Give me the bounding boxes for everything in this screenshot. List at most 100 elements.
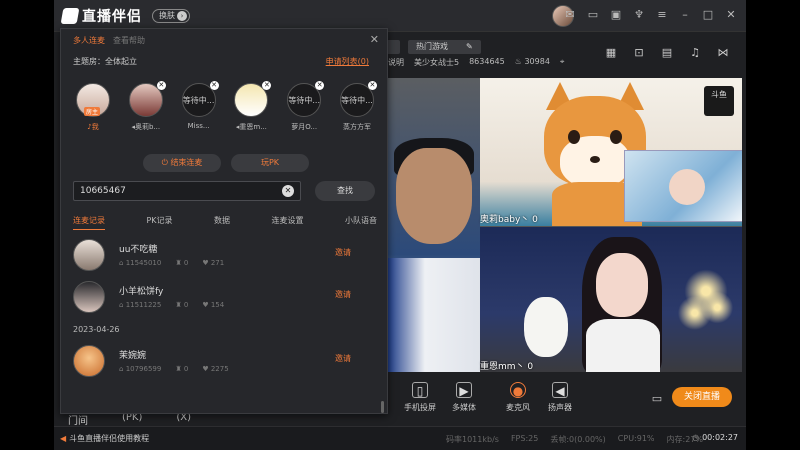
invite-button[interactable]: 邀请 <box>335 289 351 300</box>
seat-host[interactable]: 房主 ♪我 <box>73 83 113 132</box>
remove-icon[interactable]: ✕ <box>315 81 325 90</box>
search-input[interactable] <box>74 182 274 200</box>
record-icon[interactable]: ▭ <box>650 392 664 406</box>
shiba-nose <box>590 156 600 163</box>
speaker-button[interactable]: ◀ 扬声器 <box>538 382 582 413</box>
girl-face <box>596 253 648 317</box>
game-tag[interactable]: 热门游戏 ✎ <box>408 40 481 54</box>
seat-waiting[interactable]: 等待中... ✕ 蒸方方军 <box>337 81 377 132</box>
record-hearts: ♥ 154 <box>202 301 225 309</box>
remove-icon[interactable]: ✕ <box>367 81 377 90</box>
cam-feed-left <box>388 78 480 372</box>
left-tab[interactable]: (X) <box>176 412 191 427</box>
girl-body <box>586 319 660 372</box>
seat-name: 萝月O... <box>291 123 318 131</box>
search-button[interactable]: 查找 <box>315 181 375 201</box>
pk-button[interactable]: 玩PK <box>231 154 309 172</box>
location-icon[interactable]: ⌖ <box>560 57 565 68</box>
mail-icon[interactable]: ✉ <box>563 8 577 22</box>
save-icon[interactable]: ▣ <box>609 8 623 22</box>
home-icon: ⌂ <box>119 259 124 267</box>
status-bar: ◀ 斗鱼直播伴侣使用教程 码率1011kb/s FPS:25 丢帧:0(0.00%… <box>54 426 746 450</box>
tutorial-link[interactable]: ◀ 斗鱼直播伴侣使用教程 <box>60 433 149 444</box>
record-stats: ⌂ 10796599 ♜ 0 ♥ 2275 <box>119 365 229 373</box>
app-window: 直播伴侣 换肤 › ✉ ▭ ▣ ♆ ≡ – □ ✕ 热门游戏 ✎ 说明 美少女战士… <box>54 0 746 450</box>
clear-icon[interactable]: ✕ <box>282 185 294 197</box>
video-preview[interactable]: 斗鱼 奥莉baby丶 0 重恩mm丶 0 <box>388 78 742 372</box>
meta-room-id: 8634645 <box>469 57 505 66</box>
cam-feed-bottom: 重恩mm丶 0 <box>480 226 742 372</box>
remove-icon[interactable]: ✕ <box>262 81 272 90</box>
tab-mic-settings[interactable]: 连麦设置 <box>271 215 303 230</box>
scrollbar[interactable] <box>381 401 384 413</box>
record-name: 小羊松饼fy <box>119 287 164 297</box>
dropped-frames: 丢帧:0(0.00%) <box>550 435 606 444</box>
left-lower-tabs: 门间 (PK) (X) <box>68 412 191 427</box>
minimize-icon[interactable]: – <box>678 8 692 22</box>
shirt-icon[interactable]: ♆ <box>632 8 646 22</box>
layout-icon[interactable]: ▤ <box>660 46 674 60</box>
avatar <box>73 239 105 271</box>
cam-feed-anime <box>624 150 742 222</box>
invite-button[interactable]: 邀请 <box>335 247 351 258</box>
close-icon[interactable]: ✕ <box>724 8 738 22</box>
menu-icon[interactable]: ≡ <box>655 8 669 22</box>
record-stats: ⌂ 11545010 ♜ 0 ♥ 271 <box>119 259 224 267</box>
remove-icon[interactable]: ✕ <box>209 81 219 90</box>
invite-button[interactable]: 邀请 <box>335 353 351 364</box>
close-icon[interactable]: ✕ <box>370 33 379 46</box>
tab-team-voice[interactable]: 小队语音 <box>345 215 377 230</box>
window-controls: ✉ ▭ ▣ ♆ ≡ – □ ✕ <box>563 8 738 22</box>
tab-data[interactable]: 数据 <box>214 215 230 230</box>
seat-waiting[interactable]: 等待中... ✕ 萝月O... <box>284 81 325 132</box>
stream-stats: 码率1011kb/s FPS:25 丢帧:0(0.00%) CPU:91% 内存… <box>446 434 703 445</box>
host-room-line: 主题房：全体起立 <box>73 57 137 66</box>
remove-icon[interactable]: ✕ <box>156 81 166 90</box>
list-item: 茉婉婉 ⌂ 10796599 ♜ 0 ♥ 2275 邀请 <box>73 345 369 381</box>
theme-button[interactable]: 换肤 › <box>152 9 190 23</box>
message-icon[interactable]: ▭ <box>586 8 600 22</box>
anime-face <box>669 169 705 205</box>
seat-guest[interactable]: ✕ ◂奥莉b... <box>126 81 166 132</box>
heart-icon: ♥ <box>202 259 209 267</box>
gift-icon[interactable]: ▦ <box>604 46 618 60</box>
end-mic-button[interactable]: ⏻ 结束连麦 <box>143 154 221 172</box>
record-hearts: ♥ 2275 <box>202 365 229 373</box>
media-button[interactable]: ▶ 多媒体 <box>442 382 486 413</box>
close-live-button[interactable]: 关闭直播 <box>672 387 732 407</box>
heart-icon: ♥ <box>202 365 209 373</box>
cam-shirt <box>388 258 480 372</box>
tab-multi-mic[interactable]: 多人连麦 <box>73 35 105 46</box>
left-tab[interactable]: (PK) <box>122 412 142 427</box>
edit-icon[interactable]: ✎ <box>466 42 473 51</box>
seat-name: ◂奥莉b... <box>131 123 161 131</box>
apply-list-link[interactable]: 申请列表(0) <box>326 56 369 67</box>
tool-label: 麦克风 <box>506 403 530 412</box>
seat-waiting[interactable]: 等待中... ✕ Miss... <box>179 81 219 132</box>
tab-help[interactable]: 查看帮助 <box>113 35 145 46</box>
share-icon[interactable]: ⋈ <box>716 46 730 60</box>
tab-mic-records[interactable]: 连麦记录 <box>73 215 105 230</box>
speaker-icon: ◀ <box>60 434 67 443</box>
heart-icon: ♥ <box>202 301 209 309</box>
lock-icon[interactable]: ⊡ <box>632 46 646 60</box>
stream-tags: 热门游戏 ✎ <box>384 40 481 54</box>
maximize-icon[interactable]: □ <box>701 8 715 22</box>
seat-guest[interactable]: ✕ ◂重恩m... <box>231 81 272 132</box>
phone-cast-button[interactable]: ▯ 手机投屏 <box>398 382 442 413</box>
thumb-icon: ♜ <box>175 365 182 373</box>
tab-pk-records[interactable]: PK记录 <box>146 215 172 230</box>
mic-button[interactable]: ● 麦克风 <box>496 382 540 413</box>
meta-desc[interactable]: 说明 <box>388 57 404 68</box>
seat-name: ◂重恩m... <box>235 123 267 131</box>
power-icon: ⏻ <box>161 158 168 167</box>
home-icon: ⌂ <box>119 301 124 309</box>
app-title: 直播伴侣 <box>82 9 142 25</box>
thumb-icon: ♜ <box>175 301 182 309</box>
tool-label: 扬声器 <box>548 403 572 412</box>
avatar <box>73 281 105 313</box>
cam-label-bottom: 重恩mm丶 0 <box>480 362 534 372</box>
bell-icon[interactable]: ♫ <box>688 46 702 60</box>
left-tab[interactable]: 门间 <box>68 412 88 427</box>
cam-label-top: 奥莉baby丶 0 <box>480 215 538 225</box>
